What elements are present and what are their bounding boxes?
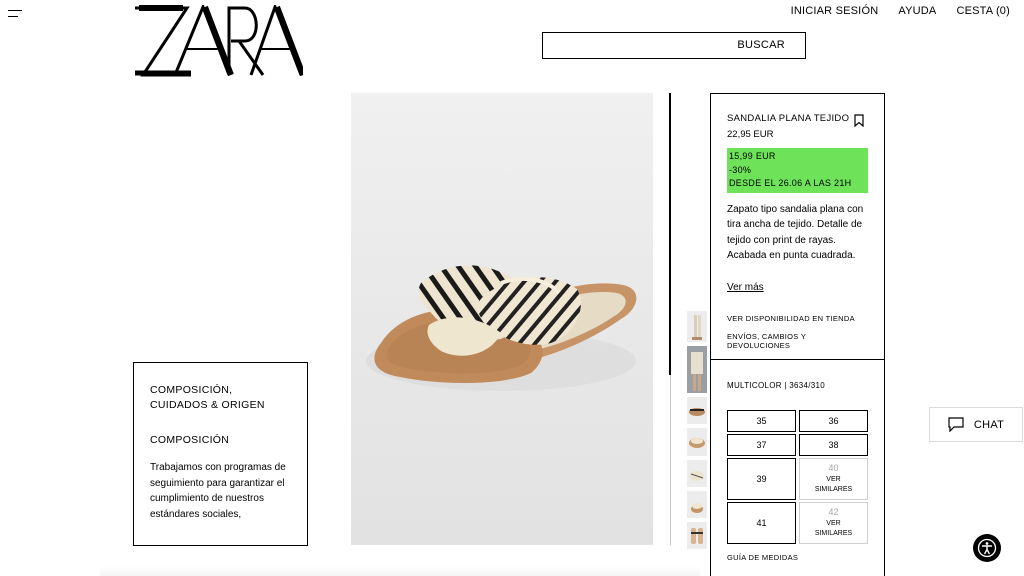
size-option-41[interactable]: 41 [727, 502, 796, 544]
see-more-link[interactable]: Ver más [727, 282, 764, 293]
speech-bubble-icon [948, 417, 964, 432]
card-heading[interactable]: COMPOSICIÓN, CUIDADOS & ORIGEN [150, 383, 291, 413]
accessibility-icon [977, 538, 997, 558]
product-name: SANDALIA PLANA TEJIDO [727, 113, 850, 124]
thumbnail-sandal-pair[interactable] [687, 428, 707, 456]
color-reference: MULTICOLOR | 3634/310 [727, 381, 826, 390]
size-guide-link[interactable]: GUÍA DE MEDIDAS [727, 553, 868, 562]
thumbnail-sandal-top[interactable] [687, 397, 707, 424]
sandal-illustration [366, 265, 637, 391]
size-option-37[interactable]: 37 [727, 434, 796, 456]
thumbnail-model-legs[interactable] [687, 311, 707, 342]
size-grid: 35 36 37 38 39 40 VER SIMILARES 41 42 VE… [727, 410, 868, 546]
promo-discount: -30% [729, 164, 752, 175]
composition-subheading: COMPOSICIÓN [150, 434, 230, 446]
composition-care-origin-card: COMPOSICIÓN, CUIDADOS & ORIGEN COMPOSICI… [133, 362, 308, 546]
product-description: Zapato tipo sandalia plana con tira anch… [727, 203, 864, 262]
promo-box: 15,99 EUR -30% DESDE EL 26.06 A LAS 21H [727, 148, 868, 193]
size-option-36[interactable]: 36 [799, 410, 868, 432]
top-navigation: INICIAR SESIÓN AYUDA CESTA (0) [791, 5, 1010, 17]
page-bottom-shadow [100, 566, 700, 576]
product-info: SANDALIA PLANA TEJIDO 22,95 EUR 15,99 EU… [711, 94, 884, 360]
see-similar-label: VER SIMILARES [814, 520, 853, 537]
bookmark-icon[interactable] [854, 114, 864, 127]
size-option-39[interactable]: 39 [727, 458, 796, 500]
size-option-38[interactable]: 38 [799, 434, 868, 456]
thumbnail-sandal-side[interactable] [687, 491, 707, 518]
size-option-40-unavailable[interactable]: 40 VER SIMILARES [799, 458, 868, 500]
shipping-returns-link[interactable]: ENVÍOS, CAMBIOS Y DEVOLUCIONES [727, 332, 868, 350]
see-similar-label: VER SIMILARES [814, 476, 853, 493]
promo-validity: DESDE EL 26.06 A LAS 21H [729, 178, 852, 188]
size-selection: MULTICOLOR | 3634/310 35 36 37 38 39 40 … [711, 360, 884, 562]
gallery-scroll-track [670, 375, 671, 545]
thumbnail-sandal-detail[interactable] [687, 460, 707, 487]
search-box: BUSCAR [542, 32, 806, 59]
size-option-35[interactable]: 35 [727, 410, 796, 432]
composition-text: Trabajamos con programas de seguimiento … [150, 462, 286, 520]
help-link[interactable]: AYUDA [898, 5, 936, 17]
size-option-42-unavailable[interactable]: 42 VER SIMILARES [799, 502, 868, 544]
thumbnail-model-outfit[interactable] [687, 346, 707, 393]
search-button[interactable]: BUSCAR [737, 39, 785, 51]
size-number: 40 [828, 463, 839, 473]
cart-link[interactable]: CESTA (0) [956, 5, 1010, 17]
hamburger-menu-icon[interactable] [8, 8, 22, 20]
login-link[interactable]: INICIAR SESIÓN [791, 5, 879, 17]
thumbnail-sandal-front[interactable] [687, 522, 707, 549]
promo-price: 15,99 EUR [729, 151, 776, 161]
thumbnail-strip [687, 311, 707, 553]
product-details-panel: SANDALIA PLANA TEJIDO 22,95 EUR 15,99 EU… [710, 93, 885, 576]
store-availability-link[interactable]: VER DISPONIBILIDAD EN TIENDA [727, 314, 868, 323]
chat-label: CHAT [973, 418, 1005, 431]
chat-button[interactable]: CHAT [929, 407, 1023, 442]
gallery-scroll-indicator[interactable] [669, 93, 671, 375]
accessibility-button[interactable] [973, 534, 1001, 562]
search-input[interactable] [543, 33, 733, 58]
zara-logo[interactable] [133, 5, 303, 77]
original-price: 22,95 EUR [727, 129, 774, 140]
size-number: 42 [828, 507, 839, 517]
product-main-image[interactable] [351, 93, 653, 545]
